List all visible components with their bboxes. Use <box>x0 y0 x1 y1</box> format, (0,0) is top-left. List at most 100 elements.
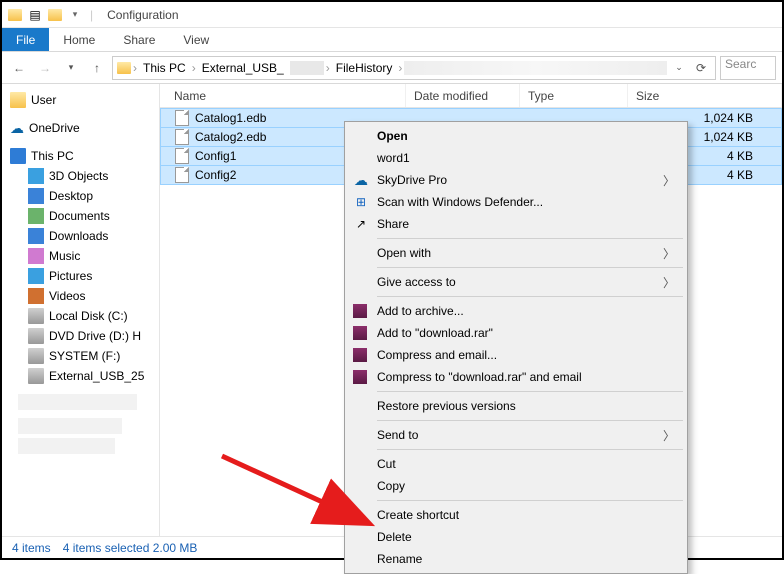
column-date[interactable]: Date modified <box>406 84 520 107</box>
menu-restore[interactable]: Restore previous versions <box>347 395 685 417</box>
window-titlebar: ▤ ▾ | Configuration <box>2 2 782 28</box>
menu-addrar[interactable]: Add to "download.rar" <box>347 322 685 344</box>
window-title: Configuration <box>107 8 178 22</box>
menu-separator <box>377 449 683 450</box>
forward-button[interactable]: → <box>34 57 56 79</box>
menu-delete[interactable]: Delete <box>347 526 685 548</box>
up-button[interactable]: ↑ <box>86 57 108 79</box>
recent-dropdown[interactable]: ▾ <box>60 57 82 79</box>
tab-home[interactable]: Home <box>49 28 109 51</box>
menu-word1[interactable]: word1 <box>347 147 685 169</box>
tree-item[interactable]: DVD Drive (D:) H <box>6 326 155 346</box>
drive-icon <box>28 348 44 364</box>
share-icon: ↗ <box>353 216 369 232</box>
menu-separator <box>377 391 683 392</box>
menu-sendto[interactable]: Send to〉 <box>347 424 685 446</box>
file-icon <box>175 148 189 164</box>
tree-item[interactable]: Desktop <box>6 186 155 206</box>
winrar-icon <box>353 326 367 340</box>
menu-separator <box>377 296 683 297</box>
refresh-icon[interactable]: ⟳ <box>691 61 711 75</box>
chevron-right-icon: 〉 <box>663 427 675 444</box>
breadcrumb-item[interactable]: This PC <box>139 61 190 75</box>
address-dropdown-icon[interactable]: ⌄ <box>669 62 689 73</box>
music-icon <box>28 248 44 264</box>
drive-icon <box>28 308 44 324</box>
cloud-icon: ☁ <box>353 172 369 188</box>
chevron-right-icon: 〉 <box>663 245 675 262</box>
videos-icon <box>28 288 44 304</box>
tree-item[interactable]: Local Disk (C:) <box>6 306 155 326</box>
menu-share[interactable]: ↗Share <box>347 213 685 235</box>
tree-item[interactable]: Music <box>6 246 155 266</box>
tree-onedrive[interactable]: ☁OneDrive <box>6 118 155 138</box>
ribbon-tabs: File Home Share View <box>2 28 782 52</box>
menu-copy[interactable]: Copy <box>347 475 685 497</box>
menu-compressemail[interactable]: Compress and email... <box>347 344 685 366</box>
menu-shortcut[interactable]: Create shortcut <box>347 504 685 526</box>
breadcrumb-item[interactable] <box>290 61 324 75</box>
menu-addarchive[interactable]: Add to archive... <box>347 300 685 322</box>
qat-open-icon[interactable] <box>46 6 64 24</box>
menu-compressraremail[interactable]: Compress to "download.rar" and email <box>347 366 685 388</box>
menu-openwith[interactable]: Open with〉 <box>347 242 685 264</box>
tree-item[interactable]: 3D Objects <box>6 166 155 186</box>
tree-item[interactable]: Documents <box>6 206 155 226</box>
menu-separator <box>377 238 683 239</box>
tree-blur <box>18 418 122 434</box>
status-selection: 4 items selected 2.00 MB <box>63 541 198 555</box>
menu-rename[interactable]: Rename <box>347 548 685 570</box>
menu-skydrive[interactable]: ☁SkyDrive Pro〉 <box>347 169 685 191</box>
tree-user[interactable]: User <box>6 90 155 110</box>
usb-icon <box>28 368 44 384</box>
menu-separator <box>377 267 683 268</box>
breadcrumb-item[interactable]: External_USB_ <box>198 61 288 75</box>
chevron-right-icon: 〉 <box>663 274 675 291</box>
qat-dropdown-icon[interactable]: ▾ <box>66 6 84 24</box>
breadcrumb-item[interactable]: FileHistory <box>332 61 397 75</box>
status-count: 4 items <box>12 541 51 555</box>
column-name[interactable]: Name <box>160 84 406 107</box>
file-icon <box>175 167 189 183</box>
tree-item[interactable]: External_USB_25 <box>6 366 155 386</box>
tree-thispc[interactable]: This PC <box>6 146 155 166</box>
column-type[interactable]: Type <box>520 84 628 107</box>
column-size[interactable]: Size <box>628 84 782 107</box>
folder-icon <box>117 62 131 74</box>
address-bar[interactable]: › This PC› External_USB_ › FileHistory› … <box>112 56 716 80</box>
winrar-icon <box>353 304 367 318</box>
documents-icon <box>28 208 44 224</box>
qat-properties-icon[interactable]: ▤ <box>26 6 44 24</box>
menu-open[interactable]: Open <box>347 125 685 147</box>
winrar-icon <box>353 370 367 384</box>
file-icon <box>175 129 189 145</box>
navigation-tree: User ☁OneDrive This PC 3D Objects Deskto… <box>2 84 160 536</box>
context-menu: Open word1 ☁SkyDrive Pro〉 ⊞Scan with Win… <box>344 121 688 574</box>
breadcrumb-item[interactable] <box>404 61 667 75</box>
tree-item[interactable]: Pictures <box>6 266 155 286</box>
pictures-icon <box>28 268 44 284</box>
objects3d-icon <box>28 168 44 184</box>
menu-giveaccess[interactable]: Give access to〉 <box>347 271 685 293</box>
pc-icon <box>10 148 26 164</box>
winrar-icon <box>353 348 367 362</box>
navigation-bar: ← → ▾ ↑ › This PC› External_USB_ › FileH… <box>2 52 782 84</box>
tree-item[interactable]: Videos <box>6 286 155 306</box>
tab-share[interactable]: Share <box>109 28 169 51</box>
tree-item[interactable]: SYSTEM (F:) <box>6 346 155 366</box>
column-headers: Name Date modified Type Size <box>160 84 782 108</box>
tree-item[interactable]: Downloads <box>6 226 155 246</box>
desktop-icon <box>28 188 44 204</box>
chevron-right-icon: 〉 <box>663 172 675 189</box>
search-input[interactable]: Searc <box>720 56 776 80</box>
shield-icon: ⊞ <box>353 194 369 210</box>
menu-separator <box>377 420 683 421</box>
back-button[interactable]: ← <box>8 57 30 79</box>
menu-cut[interactable]: Cut <box>347 453 685 475</box>
tree-blur <box>18 438 115 454</box>
menu-defender[interactable]: ⊞Scan with Windows Defender... <box>347 191 685 213</box>
tab-file[interactable]: File <box>2 28 49 51</box>
tree-blur <box>18 394 137 410</box>
tab-view[interactable]: View <box>169 28 223 51</box>
menu-separator <box>377 500 683 501</box>
